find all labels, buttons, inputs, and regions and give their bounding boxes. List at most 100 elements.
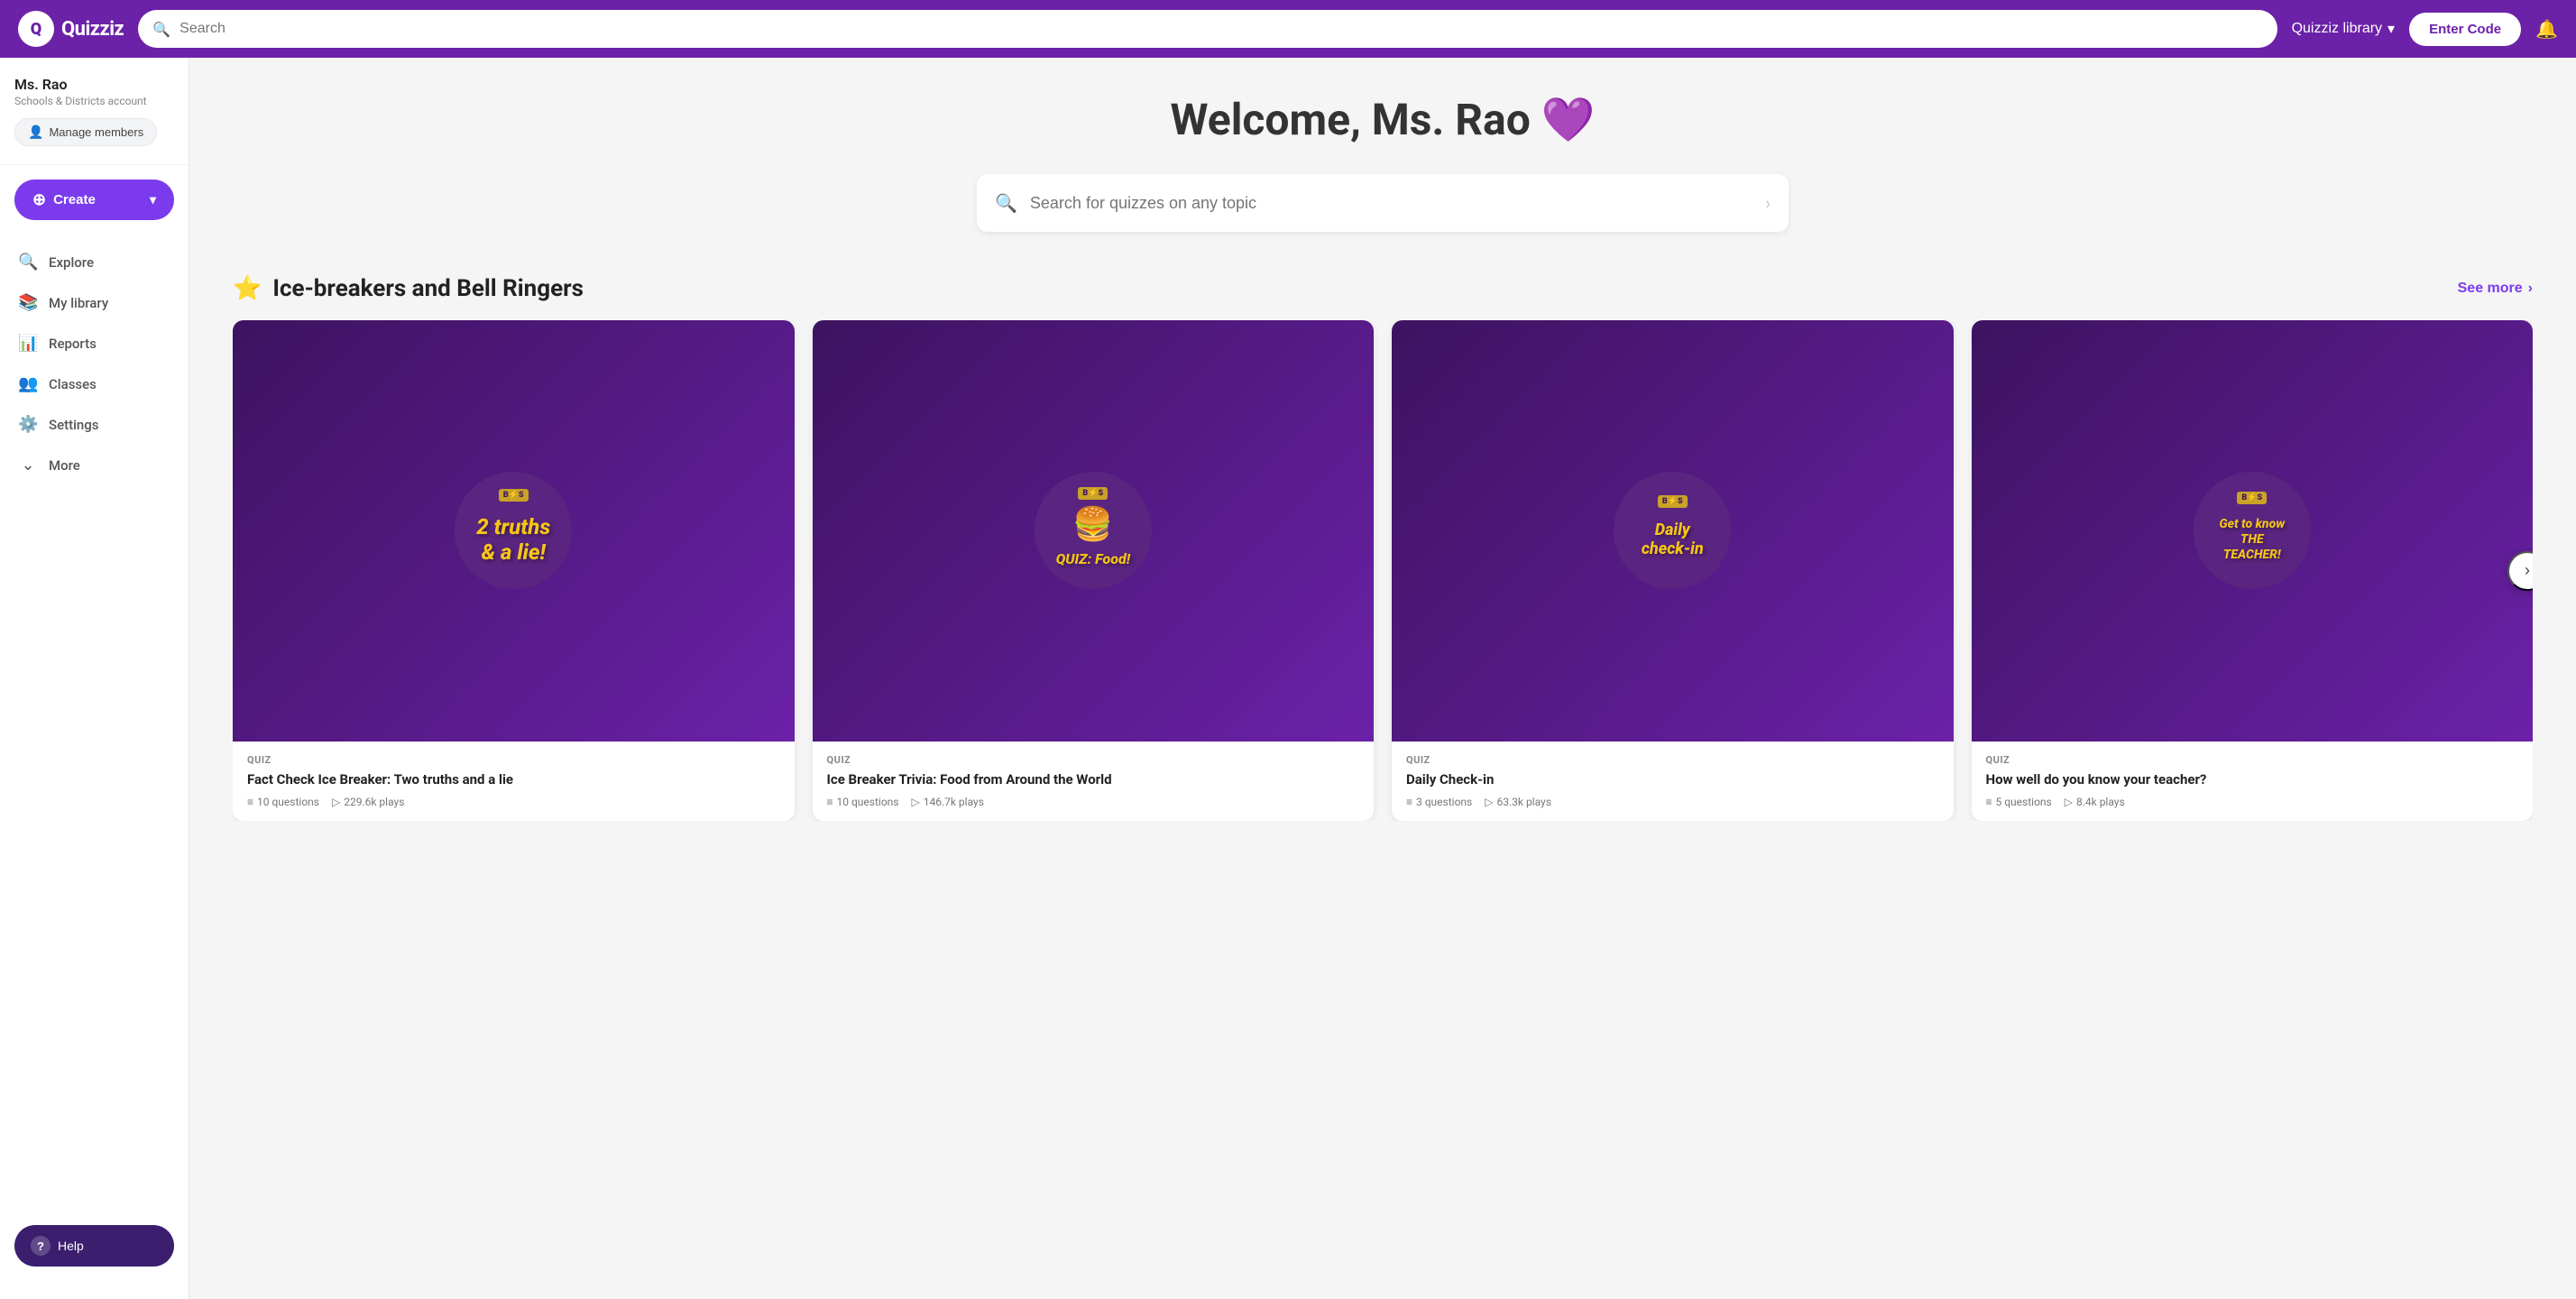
card-meta: ≡ 10 questions ▷ 146.7k plays <box>827 796 1360 808</box>
star-icon: ⭐ <box>233 275 262 302</box>
help-label: Help <box>58 1239 84 1253</box>
sidebar: Ms. Rao Schools & Districts account 👤 Ma… <box>0 58 189 1299</box>
thumbnail-text: 2 truths & a lie! <box>465 507 561 574</box>
manage-label: Manage members <box>49 125 143 139</box>
card-questions: 5 questions <box>1996 796 2052 808</box>
sidebar-item-label: Classes <box>49 376 97 392</box>
content-search-bar[interactable]: 🔍 › <box>977 174 1789 232</box>
nav-items: 🔍 Explore 📚 My library 📊 Reports 👥 Class… <box>0 235 189 1211</box>
logo: Q Quizziz <box>18 11 124 47</box>
quiz-card[interactable]: B⚡S 🍔 QUIZ: Food! QUIZ Ice Breaker Trivi… <box>813 320 1375 821</box>
bts-badge: B⚡S <box>499 489 529 502</box>
help-button[interactable]: ? Help <box>14 1225 174 1267</box>
quiz-card[interactable]: B⚡S Get to know THE TEACHER! QUIZ How we… <box>1972 320 2534 821</box>
card-thumbnail: B⚡S Daily check-in <box>1392 320 1954 742</box>
plus-icon: ⊕ <box>32 190 46 209</box>
questions-icon: ≡ <box>1406 796 1412 808</box>
sidebar-item-label: Settings <box>49 417 99 433</box>
chevron-down-icon: ▾ <box>2387 20 2395 38</box>
main-content: Welcome, Ms. Rao 💜 🔍 › ⭐ Ice-breakers an… <box>189 58 2576 1299</box>
card-badge: QUIZ <box>827 754 1360 766</box>
card-meta: ≡ 3 questions ▷ 63.3k plays <box>1406 796 1939 808</box>
questions-icon: ≡ <box>1986 796 1992 808</box>
chevron-down-icon: ▾ <box>150 192 156 207</box>
card-badge: QUIZ <box>247 754 780 766</box>
card-plays: 63.3k plays <box>1496 796 1550 808</box>
card-thumbnail: B⚡S 2 truths & a lie! <box>233 320 795 742</box>
card-plays: 8.4k plays <box>2076 796 2125 808</box>
sidebar-item-label: More <box>49 457 80 474</box>
create-label: Create <box>53 192 96 207</box>
search-icon: 🔍 <box>152 21 170 38</box>
library-icon: 📚 <box>18 293 38 312</box>
user-section: Ms. Rao Schools & Districts account 👤 Ma… <box>0 76 189 165</box>
bts-badge: B⚡S <box>2237 492 2267 504</box>
explore-icon: 🔍 <box>18 253 38 272</box>
sidebar-item-my-library[interactable]: 📚 My library <box>0 282 189 323</box>
chevron-right-icon: › <box>2528 281 2533 297</box>
card-title: How well do you know your teacher? <box>1986 771 2519 789</box>
logo-text: Quizziz <box>61 18 124 41</box>
main-layout: Ms. Rao Schools & Districts account 👤 Ma… <box>0 58 2576 1299</box>
bts-badge: B⚡S <box>1078 487 1108 500</box>
search-icon: 🔍 <box>995 192 1017 214</box>
card-questions: 3 questions <box>1416 796 1472 808</box>
questions-icon: ≡ <box>247 796 253 808</box>
card-meta: ≡ 5 questions ▷ 8.4k plays <box>1986 796 2519 808</box>
chevron-down-icon: ⌄ <box>18 456 38 474</box>
sidebar-item-label: Reports <box>49 336 97 352</box>
card-thumbnail: B⚡S Get to know THE TEACHER! <box>1972 320 2534 742</box>
thumbnail-text: Daily check-in <box>1624 513 1720 567</box>
create-button[interactable]: ⊕ Create ▾ <box>14 180 174 220</box>
library-label: Quizziz library <box>2292 21 2382 37</box>
card-badge: QUIZ <box>1406 754 1939 766</box>
quiz-search-input[interactable] <box>1030 194 1753 213</box>
section-title: ⭐ Ice-breakers and Bell Ringers <box>233 275 584 302</box>
help-icon: ? <box>31 1236 51 1256</box>
settings-icon: ⚙️ <box>18 415 38 434</box>
sidebar-item-label: My library <box>49 295 108 311</box>
food-emoji: 🍔 <box>1072 505 1113 543</box>
user-name: Ms. Rao <box>14 76 174 93</box>
enter-code-button[interactable]: Enter Code <box>2409 13 2521 46</box>
quiz-card[interactable]: B⚡S 2 truths & a lie! QUIZ Fact Check Ic… <box>233 320 795 821</box>
card-thumbnail: B⚡S 🍔 QUIZ: Food! <box>813 320 1375 742</box>
sidebar-item-explore[interactable]: 🔍 Explore <box>0 242 189 282</box>
card-title: Ice Breaker Trivia: Food from Around the… <box>827 771 1360 789</box>
card-plays: 146.7k plays <box>924 796 984 808</box>
see-more-button[interactable]: See more › <box>2458 281 2533 297</box>
card-plays: 229.6k plays <box>344 796 404 808</box>
sidebar-item-label: Explore <box>49 254 94 271</box>
plays-icon: ▷ <box>911 796 919 808</box>
sidebar-item-classes[interactable]: 👥 Classes <box>0 364 189 404</box>
manage-members-button[interactable]: 👤 Manage members <box>14 118 157 146</box>
section-header: ⭐ Ice-breakers and Bell Ringers See more… <box>233 275 2533 302</box>
thumbnail-text: QUIZ: Food! <box>1049 543 1137 575</box>
card-title: Fact Check Ice Breaker: Two truths and a… <box>247 771 780 789</box>
navbar: Q Quizziz 🔍 Quizziz library ▾ Enter Code… <box>0 0 2576 58</box>
manage-icon: 👤 <box>28 124 43 140</box>
library-button[interactable]: Quizziz library ▾ <box>2292 20 2396 38</box>
card-title: Daily Check-in <box>1406 771 1939 789</box>
navbar-right: Quizziz library ▾ Enter Code 🔔 <box>2292 13 2558 46</box>
classes-icon: 👥 <box>18 374 38 393</box>
sidebar-item-more[interactable]: ⌄ More <box>0 445 189 485</box>
bts-badge: B⚡S <box>1658 495 1688 508</box>
thumbnail-text: Get to know THE TEACHER! <box>2204 510 2300 569</box>
see-more-label: See more <box>2458 281 2523 297</box>
arrow-right-icon: › <box>1765 192 1771 214</box>
card-badge: QUIZ <box>1986 754 2519 766</box>
card-questions: 10 questions <box>837 796 899 808</box>
sidebar-item-reports[interactable]: 📊 Reports <box>0 323 189 364</box>
sidebar-item-settings[interactable]: ⚙️ Settings <box>0 404 189 445</box>
search-input[interactable] <box>179 21 2262 37</box>
heart-emoji: 💜 <box>1541 94 1596 145</box>
quiz-card[interactable]: B⚡S Daily check-in QUIZ Daily Check-in ≡… <box>1392 320 1954 821</box>
card-questions: 10 questions <box>257 796 319 808</box>
navbar-search[interactable]: 🔍 <box>138 10 2277 48</box>
notification-bell-button[interactable]: 🔔 <box>2535 18 2558 41</box>
cards-container: B⚡S 2 truths & a lie! QUIZ Fact Check Ic… <box>233 320 2533 821</box>
questions-icon: ≡ <box>827 796 833 808</box>
logo-icon: Q <box>18 11 54 47</box>
card-meta: ≡ 10 questions ▷ 229.6k plays <box>247 796 780 808</box>
